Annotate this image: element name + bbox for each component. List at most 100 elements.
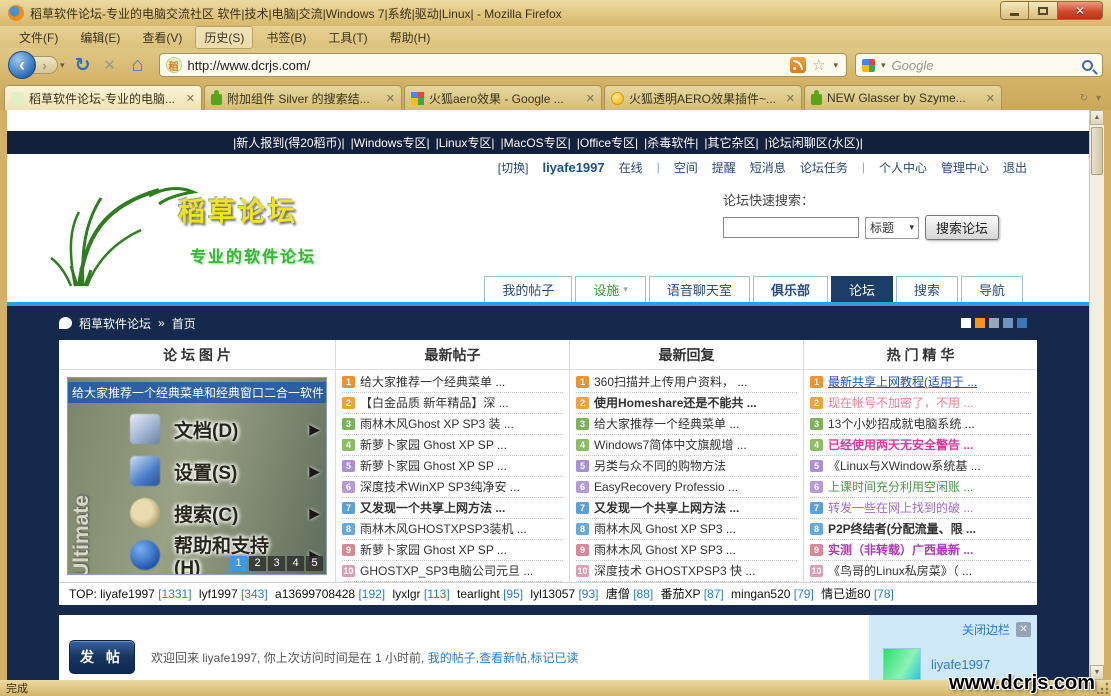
digest-title-link[interactable]: 13个小妙招成就电脑系统 ... [828,414,975,434]
reply-title-link[interactable]: Windows7简体中文旗舰增 ... [594,435,747,455]
reply-list-item[interactable]: 1 360扫描并上传用户资料， ... [576,372,797,393]
resize-grip[interactable] [1097,682,1109,694]
top-poster-name[interactable]: 情已逝80 [821,587,870,601]
digest-title-link[interactable]: P2P终结者(分配流量、限 ... [828,519,976,539]
top-poster-name[interactable]: a13699708428 [275,587,355,601]
reply-list-item[interactable]: 7 又发现一个共享上网方法 ... [576,498,797,519]
digest-list-item[interactable]: 9 实测（非转载）广西最新 ... [810,540,1031,561]
breadcrumb-page[interactable]: 首页 [172,315,196,332]
search-category-select[interactable]: 标题 ▾ [865,217,919,239]
digest-title-link[interactable]: 上课时间充分利用空闲账 ... [828,477,973,497]
back-button[interactable]: ‹ [8,51,36,79]
post-list-item[interactable]: 8 雨林木风GHOSTXPSP3装机 ... [342,519,563,540]
post-list-item[interactable]: 2 【白金品质 新年精品】深 ... [342,393,563,414]
reply-title-link[interactable]: 另类与众不同的购物方法 [594,456,726,476]
slide-pager-button[interactable]: 5 [306,556,323,571]
username-link[interactable]: liyafe1997 [542,160,604,175]
post-title-link[interactable]: 【白金品质 新年精品】深 ... [360,393,509,413]
url-text[interactable]: http://www.dcrjs.com/ [188,58,784,73]
post-list-item[interactable]: 6 深度技术WinXP SP3纯净安 ... [342,477,563,498]
maximize-button[interactable] [1029,1,1058,20]
digest-list-item[interactable]: 6 上课时间充分利用空闲账 ... [810,477,1031,498]
tab-close-icon[interactable]: ✕ [786,92,795,105]
top-poster-count[interactable]: [343] [241,587,268,601]
post-list-item[interactable]: 3 雨林木风Ghost XP SP3 装 ... [342,414,563,435]
post-title-link[interactable]: 深度技术WinXP SP3纯净安 ... [360,477,520,497]
reply-list-item[interactable]: 5 另类与众不同的购物方法 [576,456,797,477]
urlbar-dropdown-icon[interactable]: ▾ [831,60,840,71]
search-forum-button[interactable]: 搜索论坛 [925,215,999,240]
rss-icon[interactable] [790,57,806,73]
reply-title-link[interactable]: 给大家推荐一个经典菜单 ... [594,414,739,434]
style-switch-square[interactable] [1003,318,1013,328]
search-go-icon[interactable] [1082,60,1093,71]
browser-tab[interactable]: 稻草软件论坛-专业的电脑... ✕ [4,85,202,110]
post-list-item[interactable]: 10 GHOSTXP_SP3电脑公司元旦 ... [342,561,563,582]
tab-close-icon[interactable]: ✕ [586,92,595,105]
post-title-link[interactable]: 新萝卜家园 Ghost XP SP ... [360,540,507,560]
top-nav-link[interactable]: |论坛闲聊区(水区)| [765,134,863,151]
post-title-link[interactable]: 雨林木风Ghost XP SP3 装 ... [360,414,514,434]
top-poster-count[interactable]: [95] [503,587,523,601]
top-poster-count[interactable]: [93] [578,587,598,601]
reply-title-link[interactable]: 深度技术 GHOSTXPSP3 快 ... [594,561,755,581]
reply-list-item[interactable]: 2 使用Homeshare还是不能共 ... [576,393,797,414]
slide-caption[interactable]: 给大家推荐一个经典菜单和经典窗口二合一软件 [68,382,326,403]
tab-close-icon[interactable]: ✕ [386,92,395,105]
quick-search-input[interactable] [723,217,859,238]
close-button[interactable]: ✕ [1058,1,1103,20]
slide-pager-button[interactable]: 1 [230,556,247,571]
top-poster-name[interactable]: lyxlgr [393,587,421,601]
top-nav-link[interactable]: |Office专区| [577,134,638,151]
menu-item[interactable]: 书签(B) [257,26,315,49]
top-poster-name[interactable]: 唐僧 [606,587,630,601]
bookmark-star-icon[interactable]: ☆ [812,56,825,74]
reply-title-link[interactable]: 雨林木风 Ghost XP SP3 ... [594,519,736,539]
site-tab[interactable]: 设施 [575,276,646,302]
close-sidebar-icon[interactable]: ✕ [1016,622,1031,637]
digest-list-item[interactable]: 7 转发一些在网上找到的破 ... [810,498,1031,519]
top-poster-name[interactable]: mingan520 [731,587,790,601]
digest-list-item[interactable]: 8 P2P终结者(分配流量、限 ... [810,519,1031,540]
home-button[interactable]: ⌂ [125,54,151,77]
user-bar-link[interactable]: 个人中心 [879,159,927,176]
top-poster-count[interactable]: [192] [358,587,385,601]
user-bar-link[interactable]: 管理中心 [941,159,989,176]
reply-list-item[interactable]: 3 给大家推荐一个经典菜单 ... [576,414,797,435]
digest-title-link[interactable]: 《Linux与XWindow系统基 ... [828,456,981,476]
top-poster-name[interactable]: tearlight [457,587,500,601]
welcome-link[interactable]: 标记已读 [530,651,578,665]
post-list-item[interactable]: 7 又发现一个共享上网方法 ... [342,498,563,519]
reply-list-item[interactable]: 10 深度技术 GHOSTXPSP3 快 ... [576,561,797,582]
style-switch-square[interactable] [989,318,999,328]
tab-close-icon[interactable]: ✕ [986,92,995,105]
digest-title-link[interactable]: 转发一些在网上找到的破 ... [828,498,973,518]
welcome-link[interactable]: 查看新帖, [479,651,530,665]
digest-list-item[interactable]: 5 《Linux与XWindow系统基 ... [810,456,1031,477]
close-sidebar-link[interactable]: 关闭边栏 [962,621,1010,638]
digest-list-item[interactable]: 10 《鸟哥的Linux私房菜》（ ... [810,561,1031,582]
digest-list-item[interactable]: 1 最新共享上网教程(适用于 ... [810,372,1031,393]
site-tab[interactable]: 论坛 [831,276,893,302]
stop-button[interactable]: ✕ [99,56,121,74]
menu-item[interactable]: 历史(S) [195,26,253,49]
digest-title-link[interactable]: 《鸟哥的Linux私房菜》（ ... [828,561,972,581]
list-all-tabs-icon[interactable]: ▾ [1096,93,1101,104]
tab-close-icon[interactable]: ✕ [186,92,195,105]
user-bar-link[interactable]: 提醒 [712,159,736,176]
search-box[interactable]: ▾ Google [855,53,1103,77]
menu-item[interactable]: 查看(V) [133,26,191,49]
menu-item[interactable]: 工具(T) [319,26,376,49]
digest-list-item[interactable]: 2 现在帐号不加密了，不用 ... [810,393,1031,414]
reload-button[interactable]: ↻ [71,54,95,77]
image-slideshow[interactable]: 给大家推荐一个经典菜单和经典窗口二合一软件 文档(D) ▶ [67,377,327,575]
welcome-link[interactable]: 我的帖子, [428,651,479,665]
menu-item[interactable]: 帮助(H) [381,26,440,49]
top-poster-name[interactable]: liyafe1997 [100,587,155,601]
top-poster-count[interactable]: [88] [633,587,653,601]
browser-tab[interactable]: NEW Glasser by Szyme... ✕ [804,85,1002,110]
top-nav-link[interactable]: |Linux专区| [436,134,495,151]
digest-title-link[interactable]: 现在帐号不加密了，不用 ... [828,393,973,413]
top-nav-link[interactable]: |新人报到(得20稻币)| [233,134,345,151]
slide-pager-button[interactable]: 3 [268,556,285,571]
